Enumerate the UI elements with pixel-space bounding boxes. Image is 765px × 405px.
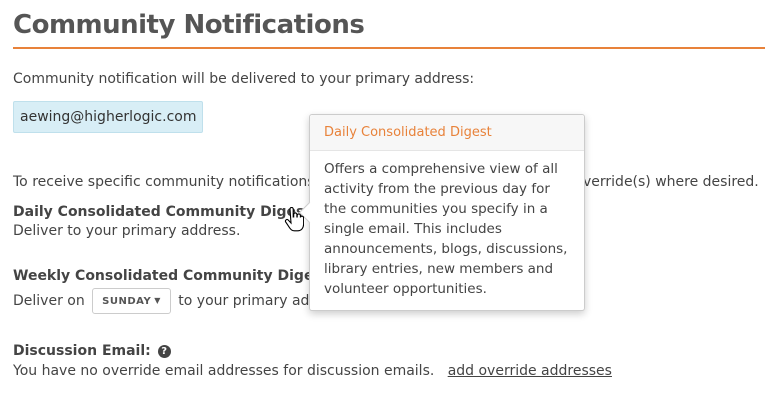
specific-notifications-text: To receive specific community notificati… — [13, 174, 334, 190]
override-text-tail: verride(s) where desired. — [583, 174, 759, 190]
weekly-day-select[interactable]: SUNDAY ▼ — [92, 288, 171, 314]
discussion-email-desc: You have no override email addresses for… — [13, 363, 435, 379]
intro-text: Community notification will be delivered… — [13, 71, 475, 87]
weekly-deliver-on-text: Deliver on — [13, 293, 85, 309]
popover-body: Offers a comprehensive view of all activ… — [324, 161, 568, 297]
popover-title: Daily Consolidated Digest — [310, 115, 584, 151]
daily-digest-popover: Daily Consolidated Digest Offers a compr… — [298, 114, 585, 311]
daily-digest-label-text: Daily Consolidated Community Digest: — [13, 204, 317, 220]
add-override-addresses-link[interactable]: add override addresses — [448, 363, 612, 379]
discussion-email-row: You have no override email addresses for… — [13, 363, 612, 379]
weekly-digest-label: Weekly Consolidated Community Digest: ? — [13, 268, 354, 284]
primary-email-badge: aewing@higherlogic.com — [13, 101, 204, 133]
weekly-day-value: SUNDAY — [102, 296, 152, 307]
hand-cursor-icon — [284, 207, 304, 232]
discussion-email-label-text: Discussion Email: — [13, 343, 151, 359]
weekly-deliver-row: Deliver on SUNDAY ▼ to your primary addr — [13, 288, 324, 314]
discussion-email-label: Discussion Email: ? — [13, 343, 171, 359]
daily-digest-desc: Deliver to your primary address. — [13, 223, 241, 239]
page-title: Community Notifications — [13, 10, 365, 40]
discussion-help-icon[interactable]: ? — [157, 345, 171, 358]
weekly-tail-text: to your primary addr — [178, 293, 325, 309]
chevron-down-icon: ▼ — [154, 296, 161, 305]
weekly-digest-label-text: Weekly Consolidated Community Digest: — [13, 268, 335, 284]
title-divider — [13, 47, 765, 49]
